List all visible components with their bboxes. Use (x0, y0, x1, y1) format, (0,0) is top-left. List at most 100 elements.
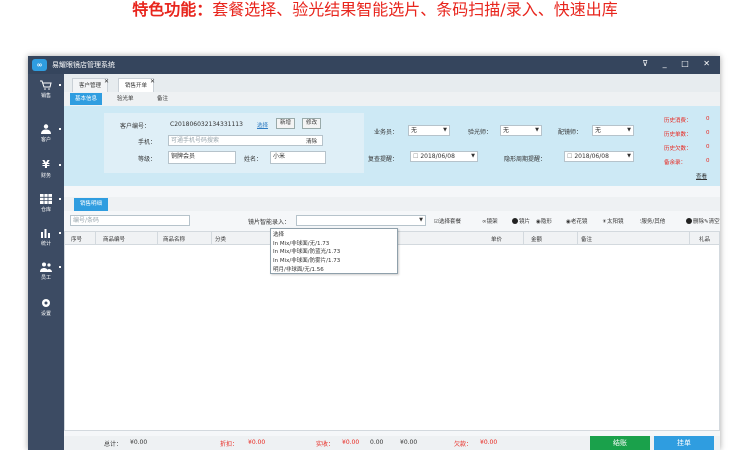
close-icon[interactable]: ✕ (150, 75, 155, 89)
sidebar-label: 设置 (40, 311, 51, 317)
smart-lens-dropdown: 选择 In Mix/非球面/无/1.73 In Mix/非球面/防蓝光/1.73… (270, 228, 398, 274)
tab-sales-order[interactable]: 销售开单 ✕ (118, 75, 155, 92)
dot-icon (59, 84, 61, 86)
dot-icon (59, 128, 61, 130)
sidebar-label: 财务 (40, 173, 51, 179)
service-button[interactable]: ⫶服务/其他 (640, 217, 665, 226)
fitter-select[interactable]: 无 ▼ (592, 125, 634, 136)
name-label: 姓名： (244, 156, 263, 163)
clear-phone-link[interactable]: 清除 (306, 137, 317, 145)
clear-button[interactable]: ✎清空 (704, 217, 720, 225)
owed-label: 欠款： (454, 441, 473, 448)
review-label: 复查提醒： (368, 156, 399, 163)
gear-icon (42, 299, 50, 307)
tab-label: 销售开单 (125, 83, 148, 89)
dropdown-option[interactable]: 明月/非球面/无/1.56 (273, 265, 324, 273)
frame-button[interactable]: ∞镜架 (482, 217, 498, 225)
sidebar-item-sales[interactable]: 销售 (28, 76, 64, 106)
checkout-button[interactable]: 结账 (590, 436, 650, 450)
sidebar-item-staff[interactable]: 员工 (28, 258, 64, 288)
balance-value: ¥0.00 (400, 439, 418, 446)
review-date-picker[interactable]: ☐ 2018/06/08 ▼ (410, 151, 478, 162)
date-value: 2018/06/08 (420, 153, 455, 160)
discount-value: ¥0.00 (248, 439, 266, 446)
smart-lens-label: 镜片智能录入： (248, 219, 291, 226)
barcode-search-input[interactable]: 编号/条码 (70, 215, 190, 226)
tab-basic-info[interactable]: 基本信息 (70, 93, 103, 105)
name-field[interactable]: 小米 (270, 151, 326, 164)
column-header: 序号 (71, 237, 83, 243)
hold-order-button[interactable]: 挂单 (654, 436, 714, 450)
column-header: 单价 (491, 237, 503, 243)
app-logo: ∞ (32, 59, 47, 71)
total-label: 总计： (104, 441, 123, 448)
checkbox-icon[interactable]: ☐ (413, 153, 418, 160)
dot-icon (59, 164, 61, 166)
sidebar-label: 统计 (40, 241, 51, 247)
delete-button[interactable]: 删除 (686, 217, 704, 225)
title-bar: ∞ 易耀眼镜店管理系统 ⊽ _ □ ✕ (28, 56, 720, 74)
chevron-down-icon: ▼ (471, 153, 475, 159)
contact-lens-button[interactable]: ◉隐形 (536, 217, 552, 225)
dot-icon (59, 232, 61, 234)
select-package-button[interactable]: ☑选择套餐 (434, 217, 461, 225)
toolbar-label: 镜架 (486, 219, 498, 225)
banner-text: 套餐选择、验光结果智能选片、条码扫描/录入、快速出库 (212, 0, 618, 19)
toolbar-label: 太阳镜 (606, 219, 624, 225)
history-orders-value: 0 (706, 130, 710, 136)
chevron-down-icon: ▼ (627, 153, 631, 159)
checkbox-icon[interactable]: ☐ (567, 153, 572, 160)
customer-box: 客户编号： C201806032134331113 选择 新增 修改 手机： 可… (104, 113, 364, 173)
salesman-select[interactable]: 无 ▼ (408, 125, 450, 136)
dropdown-option[interactable]: 选择 (273, 230, 284, 238)
paid-value: ¥0.00 (342, 439, 360, 446)
lens-button[interactable]: 镜片 (512, 217, 530, 225)
grid-icon (40, 194, 52, 204)
view-history-link[interactable]: 查看 (696, 172, 707, 180)
sidebar-label: 仓库 (40, 207, 51, 213)
tab-bar: 客户管理 ✕ 销售开单 ✕ (64, 74, 720, 92)
window-title: 易耀眼镜店管理系统 (52, 61, 115, 69)
sidebar: 销售 客户 ¥ 财务 仓库 统计 员工 设置 (28, 74, 64, 450)
column-divider (157, 232, 158, 245)
optometrist-select[interactable]: 无 ▼ (500, 125, 542, 136)
optometrist-label: 验光师： (468, 129, 493, 136)
sidebar-item-finance[interactable]: ¥ 财务 (28, 156, 64, 186)
discount-label: 折扣： (220, 441, 239, 448)
history-owed-label: 历史欠数： (664, 146, 692, 152)
tab-sales-detail[interactable]: 销售明细 (74, 198, 109, 211)
sidebar-item-settings[interactable]: 设置 (28, 294, 64, 324)
sunglasses-button[interactable]: ☀太阳镜 (602, 217, 623, 225)
window-controls[interactable]: ⊽ _ □ ✕ (642, 59, 716, 68)
tab-notes[interactable]: 备注 (152, 93, 173, 105)
sidebar-item-stats[interactable]: 统计 (28, 224, 64, 254)
phone-input[interactable]: 可通手机号码搜索 (168, 135, 323, 146)
date-value: 2018/06/08 (574, 153, 609, 160)
tab-customer-management[interactable]: 客户管理 ✕ (72, 75, 109, 92)
sidebar-item-warehouse[interactable]: 仓库 (28, 190, 64, 220)
sales-toolbar: 编号/条码 镜片智能录入： ▼ ☑选择套餐 ∞镜架 镜片 ◉隐形 ◉老花镜 ☀太… (64, 214, 720, 228)
reading-glasses-button[interactable]: ◉老花镜 (566, 217, 587, 225)
owed-value: ¥0.00 (480, 439, 498, 446)
customer-id-label: 客户编号： (120, 123, 151, 130)
column-header: 商品编号 (103, 237, 126, 243)
sidebar-label: 销售 (40, 93, 51, 99)
sidebar-item-customer[interactable]: 客户 (28, 120, 64, 150)
tab-optometry[interactable]: 验光单 (112, 93, 139, 105)
edit-customer-button[interactable]: 修改 (302, 118, 322, 129)
contact-lens-label: 隐形周期提醒： (504, 156, 547, 163)
dropdown-option[interactable]: In Mix/非球面/无/1.73 (273, 239, 329, 247)
select-customer-link[interactable]: 选择 (257, 121, 268, 129)
dropdown-option[interactable]: In Mix/非球面/防蓝光/1.73 (273, 247, 340, 255)
dropdown-option[interactable]: In Mix/非球面/防雾片/1.73 (273, 256, 340, 264)
select-value: 无 (411, 127, 418, 134)
smart-lens-select[interactable]: ▼ (296, 215, 426, 226)
contact-date-picker[interactable]: ☐ 2018/06/08 ▼ (564, 151, 634, 162)
new-customer-button[interactable]: 新增 (276, 118, 296, 129)
close-icon[interactable]: ✕ (104, 75, 109, 89)
select-value: 无 (595, 127, 602, 134)
chevron-down-icon: ▼ (419, 217, 423, 223)
toolbar-label: 服务/其他 (641, 219, 666, 225)
column-header: 备注 (581, 237, 593, 243)
toolbar-label: 删除 (693, 219, 705, 225)
